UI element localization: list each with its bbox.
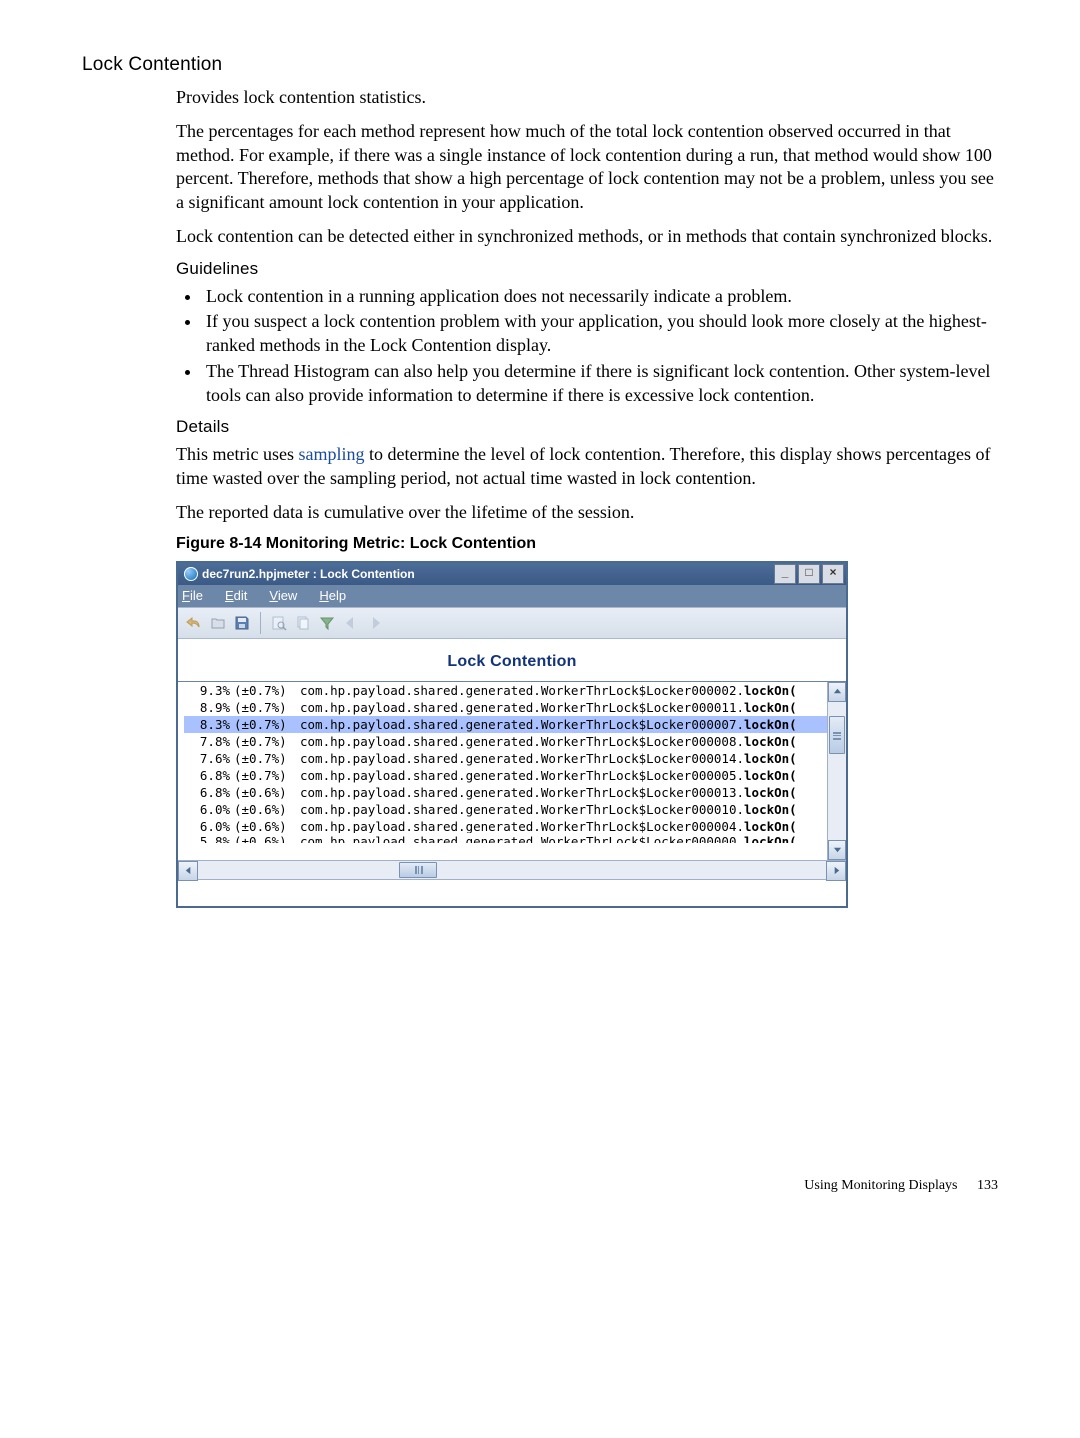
row-percent: 7.8%	[184, 733, 234, 750]
para-summary: Provides lock contention statistics.	[176, 86, 998, 110]
app-icon	[184, 567, 198, 581]
row-method: com.hp.payload.shared.generated.WorkerTh…	[300, 784, 797, 801]
toolbar-divider	[260, 612, 261, 634]
scroll-down-button[interactable]	[828, 840, 846, 860]
section-heading: Lock Contention	[82, 54, 998, 76]
row-percent: 5.8%	[184, 833, 234, 843]
copy-icon[interactable]	[293, 613, 313, 633]
menu-edit[interactable]: Edit	[225, 588, 247, 603]
row-percent: 6.0%	[184, 801, 234, 818]
row-method: com.hp.payload.shared.generated.WorkerTh…	[300, 716, 797, 733]
scroll-thumb[interactable]	[399, 862, 437, 878]
app-window: dec7run2.hpjmeter : Lock Contention _ □ …	[176, 561, 848, 908]
para-detection: Lock contention can be detected either i…	[176, 225, 998, 249]
details-para-2: The reported data is cumulative over the…	[176, 501, 998, 525]
back-icon[interactable]	[341, 613, 361, 633]
row-method: com.hp.payload.shared.generated.WorkerTh…	[300, 699, 797, 716]
row-method: com.hp.payload.shared.generated.WorkerTh…	[300, 833, 797, 843]
scroll-left-button[interactable]	[178, 861, 198, 881]
row-method: com.hp.payload.shared.generated.WorkerTh…	[300, 801, 797, 818]
menu-help[interactable]: Help	[319, 588, 346, 603]
row-tolerance: (±0.7%)	[234, 733, 300, 750]
guidelines-heading: Guidelines	[176, 259, 998, 279]
scroll-up-button[interactable]	[828, 682, 846, 702]
list-row[interactable]: 6.8%(±0.7%)com.hp.payload.shared.generat…	[184, 767, 828, 784]
list-row[interactable]: 9.3%(±0.7%)com.hp.payload.shared.generat…	[184, 682, 828, 699]
details-para-1: This metric uses sampling to determine t…	[176, 443, 998, 491]
page-footer: Using Monitoring Displays 133	[82, 1178, 998, 1194]
list-viewport: 9.3%(±0.7%)com.hp.payload.shared.generat…	[178, 681, 846, 860]
row-tolerance: (±0.7%)	[234, 716, 300, 733]
footer-section: Using Monitoring Displays	[804, 1178, 957, 1193]
row-tolerance: (±0.6%)	[234, 784, 300, 801]
list: 9.3%(±0.7%)com.hp.payload.shared.generat…	[178, 682, 828, 845]
content-area: Lock Contention 9.3%(±0.7%)com.hp.payloa…	[178, 639, 846, 906]
row-method: com.hp.payload.shared.generated.WorkerTh…	[300, 682, 797, 699]
close-button[interactable]: ×	[822, 564, 844, 584]
row-tolerance: (±0.7%)	[234, 699, 300, 716]
status-bar	[178, 879, 846, 906]
row-method: com.hp.payload.shared.generated.WorkerTh…	[300, 750, 797, 767]
guideline-item: Lock contention in a running application…	[202, 285, 998, 309]
details-heading: Details	[176, 417, 998, 437]
window-title: dec7run2.hpjmeter : Lock Contention	[202, 567, 772, 581]
body-text: Provides lock contention statistics. The…	[176, 86, 998, 908]
list-row[interactable]: 8.9%(±0.7%)com.hp.payload.shared.generat…	[184, 699, 828, 716]
menu-file[interactable]: File	[182, 588, 203, 603]
list-row[interactable]: 6.0%(±0.6%)com.hp.payload.shared.generat…	[184, 801, 828, 818]
find-icon[interactable]	[269, 613, 289, 633]
save-icon[interactable]	[232, 613, 252, 633]
vertical-scrollbar[interactable]	[827, 682, 846, 860]
page-number: 133	[977, 1178, 998, 1193]
menubar: File Edit View Help	[178, 585, 846, 607]
scroll-track[interactable]	[198, 861, 826, 879]
row-tolerance: (±0.6%)	[234, 801, 300, 818]
row-method: com.hp.payload.shared.generated.WorkerTh…	[300, 767, 797, 784]
list-row[interactable]: 7.8%(±0.7%)com.hp.payload.shared.generat…	[184, 733, 828, 750]
open-icon[interactable]	[208, 613, 228, 633]
scroll-right-button[interactable]	[826, 861, 846, 881]
filter-icon[interactable]	[317, 613, 337, 633]
row-percent: 8.9%	[184, 699, 234, 716]
toolbar	[178, 607, 846, 639]
sampling-link[interactable]: sampling	[298, 444, 364, 464]
minimize-button[interactable]: _	[774, 564, 796, 584]
row-percent: 9.3%	[184, 682, 234, 699]
row-tolerance: (±0.6%)	[234, 833, 300, 843]
row-method: com.hp.payload.shared.generated.WorkerTh…	[300, 733, 797, 750]
list-row[interactable]: 6.8%(±0.6%)com.hp.payload.shared.generat…	[184, 784, 828, 801]
guideline-item: The Thread Histogram can also help you d…	[202, 360, 998, 408]
menu-view[interactable]: View	[269, 588, 297, 603]
row-tolerance: (±0.7%)	[234, 767, 300, 784]
row-tolerance: (±0.7%)	[234, 750, 300, 767]
guideline-item: If you suspect a lock contention problem…	[202, 310, 998, 358]
row-percent: 7.6%	[184, 750, 234, 767]
row-percent: 6.8%	[184, 784, 234, 801]
list-row[interactable]: 7.6%(±0.7%)com.hp.payload.shared.generat…	[184, 750, 828, 767]
row-percent: 6.8%	[184, 767, 234, 784]
row-percent: 8.3%	[184, 716, 234, 733]
scroll-track[interactable]	[828, 702, 846, 840]
list-row[interactable]: 8.3%(±0.7%)com.hp.payload.shared.generat…	[184, 716, 828, 733]
list-row[interactable]: 5.8%(±0.6%)com.hp.payload.shared.generat…	[184, 833, 828, 843]
panel-title: Lock Contention	[178, 639, 846, 681]
maximize-button[interactable]: □	[798, 564, 820, 584]
undo-icon[interactable]	[184, 613, 204, 633]
figure-caption: Figure 8-14 Monitoring Metric: Lock Cont…	[176, 535, 998, 553]
titlebar[interactable]: dec7run2.hpjmeter : Lock Contention _ □ …	[178, 563, 846, 585]
horizontal-scrollbar[interactable]	[178, 860, 846, 879]
row-tolerance: (±0.7%)	[234, 682, 300, 699]
scroll-thumb[interactable]	[829, 716, 845, 754]
forward-icon[interactable]	[365, 613, 385, 633]
guidelines-list: Lock contention in a running application…	[176, 285, 998, 408]
para-percentages: The percentages for each method represen…	[176, 120, 998, 215]
